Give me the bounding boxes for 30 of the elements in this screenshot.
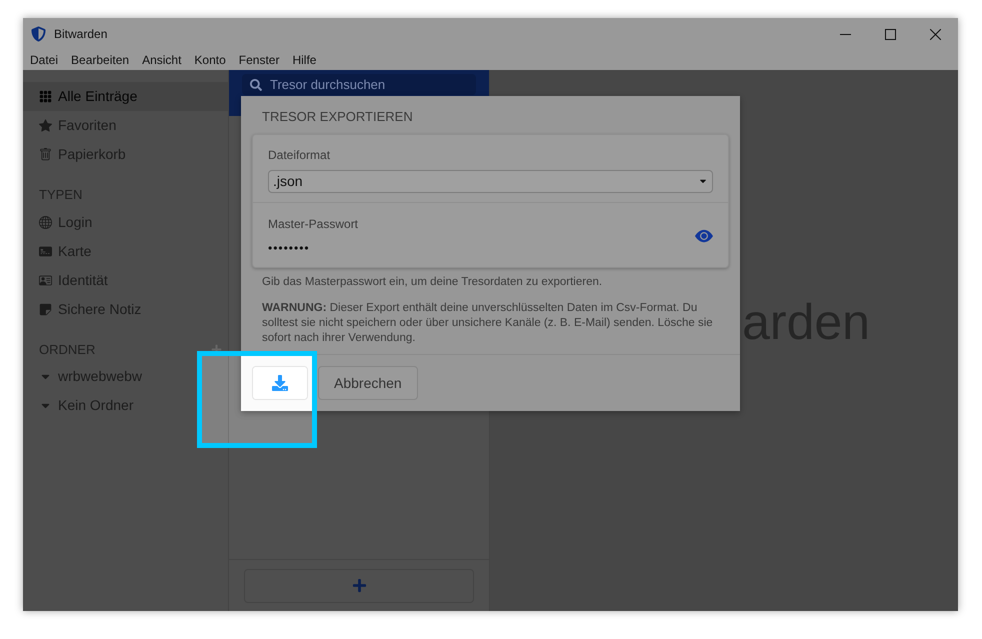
field-label: Dateiformat [268,146,332,164]
search-icon [250,78,262,90]
search-field[interactable]: Tresor durchsuchen [242,74,476,95]
password-field[interactable]: •••••••• [268,238,695,256]
shield-logo-icon [31,26,46,42]
id-card-icon [39,274,52,286]
plus-icon [352,578,366,593]
menu-item[interactable]: Ansicht [142,51,182,69]
download-button[interactable] [252,366,308,400]
grid-icon [39,90,52,103]
menu-item[interactable]: Fenster [238,51,280,69]
cancel-button[interactable]: Abbrechen [318,366,418,400]
globe-icon [39,216,52,228]
window-title: Bitwarden [54,26,108,43]
format-select[interactable]: .json [268,170,713,192]
card-icon [39,244,52,258]
menu-item[interactable]: Bearbeiten [71,51,130,69]
warning-text: WARNUNG: Dieser Export enthält deine unverschlüsselten Daten im Csv-Format. Du solltest sie nicht speichern oder über unsichere Kanäle (z. B. E-Mail) senden. Lösche sie sofort nach ihrer Verwendung. [261,300,714,346]
note-icon [39,302,52,316]
trash-icon [39,148,52,161]
menu-item[interactable]: Konto [194,51,226,69]
menu-item[interactable]: Hilfe [292,51,316,69]
download-icon [272,375,288,391]
maximize-icon [885,28,896,40]
close-icon [930,28,941,40]
dialog-title: TRESOR EXPORTIEREN [261,108,414,126]
menu-item[interactable]: Datei [30,51,58,69]
field-label: Master-Passwort [268,216,360,232]
star-icon [39,119,52,132]
hint-text: Gib das Masterpasswort ein, um deine Tresordaten zu exportieren. [261,274,604,290]
